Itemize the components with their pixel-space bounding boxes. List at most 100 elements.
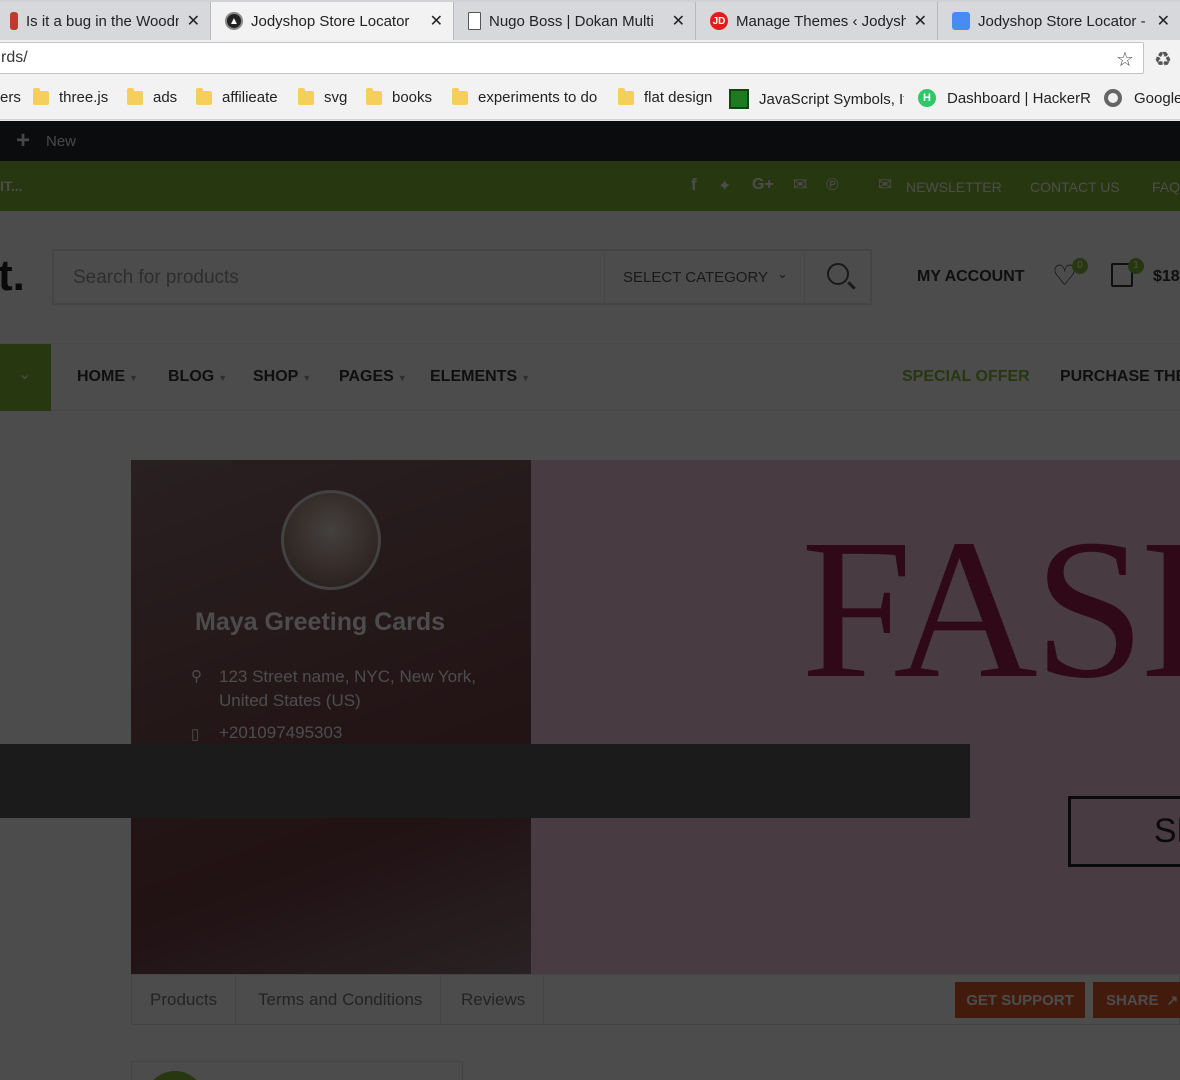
- facebook-icon[interactable]: f: [691, 175, 697, 195]
- shop-now-button[interactable]: SHOP NOW: [1068, 796, 1180, 867]
- bookmark-label: books: [392, 89, 433, 106]
- external-link-icon: ↗: [1166, 991, 1179, 1008]
- chevron-down-icon: ▼: [397, 373, 407, 383]
- category-select-label: SELECT CATEGORY: [623, 269, 769, 286]
- nav-item-home[interactable]: HOME ▼: [77, 368, 138, 386]
- url-input[interactable]: rds/: [0, 42, 1144, 74]
- search-form: Search for products SELECT CATEGORY ⌄: [52, 249, 872, 305]
- search-button[interactable]: [804, 251, 870, 303]
- bookmark-item[interactable]: affilieate: [196, 87, 278, 106]
- share-label: SHARE: [1106, 991, 1159, 1009]
- bookmark-item[interactable]: flat design: [618, 87, 713, 106]
- bookmark-item[interactable]: books: [366, 87, 433, 106]
- faq-link[interactable]: FAQ: [1152, 179, 1180, 195]
- chevron-down-icon: ▼: [218, 373, 228, 383]
- nav-item-blog[interactable]: BLOG ▼: [168, 368, 227, 386]
- modal-bar: [0, 744, 970, 818]
- main-navigation: ⌄ HOME ▼ BLOG ▼ SHOP ▼ PAGES ▼ ELEMENTS ▼ SPE…: [0, 343, 1180, 411]
- share-button[interactable]: SHARE ↗: [1093, 982, 1180, 1018]
- bookmark-label: svg: [324, 89, 348, 106]
- bookmark-label: ads: [153, 89, 178, 106]
- page-icon: [468, 12, 481, 30]
- email-icon[interactable]: ✉: [793, 175, 807, 195]
- browser-tab-1[interactable]: Is it a bug in the Woodma ✕: [0, 2, 210, 40]
- nav-label: HOME: [77, 368, 125, 385]
- bookmark-label: JavaScript Symbols, It: [759, 90, 904, 108]
- site-logo[interactable]: t.: [0, 251, 25, 301]
- wishlist-count: 0: [1072, 258, 1088, 274]
- pinterest-icon[interactable]: ℗: [826, 175, 839, 195]
- google-plus-icon[interactable]: G+: [752, 176, 774, 194]
- chevron-down-icon: ▼: [521, 373, 531, 383]
- chevron-down-icon: ⌄: [777, 266, 788, 281]
- browser-tab-3[interactable]: Nugo Boss | Dokan Multi ✕: [453, 2, 695, 40]
- browser-tab-5[interactable]: Jodyshop Store Locator - ✕: [937, 2, 1180, 40]
- bookmark-item[interactable]: H Dashboard | HackerR: [918, 89, 1091, 107]
- bookmark-label: flat design: [644, 89, 713, 106]
- close-icon[interactable]: ✕: [430, 11, 443, 31]
- close-icon[interactable]: ✕: [672, 11, 685, 31]
- get-support-label: GET SUPPORT: [966, 991, 1074, 1009]
- bookmark-item[interactable]: ads: [127, 87, 178, 106]
- nav-item-elements[interactable]: ELEMENTS ▼: [430, 368, 530, 386]
- close-icon[interactable]: ✕: [914, 11, 927, 31]
- bookmark-item[interactable]: JavaScript Symbols, It: [729, 89, 904, 109]
- site-header: t. Search for products SELECT CATEGORY ⌄…: [0, 211, 1180, 343]
- categories-toggle[interactable]: ⌄: [0, 344, 51, 411]
- top-bar: IT... f ✦ G+ ✉ ℗ ✉ NEWSLETTER CONTACT US…: [0, 161, 1180, 211]
- bookmark-label: Google: [1134, 89, 1180, 107]
- cart-count: 1: [1128, 258, 1144, 274]
- chevron-down-icon: ▼: [302, 373, 312, 383]
- browser-tab-2[interactable]: ▲ Jodyshop Store Locator ✕: [210, 2, 453, 40]
- hackerrank-icon: H: [918, 89, 936, 107]
- category-select[interactable]: SELECT CATEGORY ⌄: [604, 251, 804, 303]
- browser-tab-strip: Is it a bug in the Woodma ✕ ▲ Jodyshop S…: [0, 0, 1180, 40]
- tab-title: Is it a bug in the Woodma: [26, 12, 179, 30]
- bookmark-item[interactable]: experiments to do: [452, 87, 597, 106]
- bookmark-item[interactable]: ers: [0, 89, 21, 106]
- folder-icon: [33, 87, 49, 105]
- search-input[interactable]: Search for products: [73, 267, 239, 289]
- folder-icon: [196, 87, 212, 105]
- twitter-icon[interactable]: ✦: [718, 176, 731, 196]
- bookmark-label: Dashboard | HackerR: [947, 89, 1091, 107]
- my-account-link[interactable]: MY ACCOUNT: [917, 268, 1025, 286]
- browser-tab-4[interactable]: JD Manage Themes ‹ Jodysh ✕: [695, 2, 937, 40]
- admin-new-link[interactable]: New: [46, 133, 76, 150]
- bookmark-star-icon[interactable]: ☆: [1116, 47, 1134, 72]
- recycle-extension-icon[interactable]: ♻: [1154, 47, 1172, 72]
- bookmarks-bar: ers three.js ads affilieate svg books ex…: [0, 79, 1180, 120]
- bookmark-item[interactable]: svg: [298, 87, 348, 106]
- fashion-banner: FASHIO SHOP NOW: [531, 460, 1180, 974]
- special-offer-link[interactable]: SPECIAL OFFER: [902, 368, 1030, 386]
- jd-icon: JD: [710, 12, 728, 30]
- contact-link[interactable]: CONTACT US: [1030, 179, 1120, 195]
- plus-icon[interactable]: +: [16, 127, 30, 155]
- map-icon: [952, 12, 970, 30]
- store-tabs: Products Terms and Conditions Reviews GE…: [131, 974, 1180, 1025]
- nav-item-shop[interactable]: SHOP ▼: [253, 368, 311, 386]
- tab-title: Manage Themes ‹ Jodysh: [736, 12, 906, 30]
- close-icon[interactable]: ✕: [187, 11, 200, 31]
- bookmark-item[interactable]: three.js: [33, 87, 108, 106]
- bookmark-item[interactable]: Google: [1104, 89, 1180, 107]
- newsletter-link[interactable]: NEWSLETTER: [906, 179, 1002, 195]
- folder-icon: [298, 87, 314, 105]
- get-support-button[interactable]: GET SUPPORT: [955, 982, 1085, 1018]
- tab-reviews[interactable]: Reviews: [443, 975, 545, 1025]
- nav-item-pages[interactable]: PAGES ▼: [339, 368, 407, 386]
- store-avatar: [281, 490, 381, 590]
- folder-icon: [618, 87, 634, 105]
- nav-label: BLOG: [168, 368, 215, 385]
- store-name: Maya Greeting Cards: [195, 608, 446, 636]
- chevron-down-icon: ⌄: [18, 366, 32, 383]
- store-address: 123 Street name, NYC, New York, United S…: [219, 667, 477, 710]
- cart-total[interactable]: $18: [1153, 268, 1180, 286]
- tab-terms[interactable]: Terms and Conditions: [240, 975, 442, 1025]
- js-icon: [729, 89, 749, 109]
- tab-products[interactable]: Products: [132, 975, 237, 1025]
- tab-title: Jodyshop Store Locator -: [978, 12, 1146, 30]
- close-icon[interactable]: ✕: [1157, 11, 1170, 31]
- purchase-link[interactable]: PURCHASE THE: [1060, 368, 1180, 386]
- store-phone[interactable]: +201097495303: [219, 723, 342, 743]
